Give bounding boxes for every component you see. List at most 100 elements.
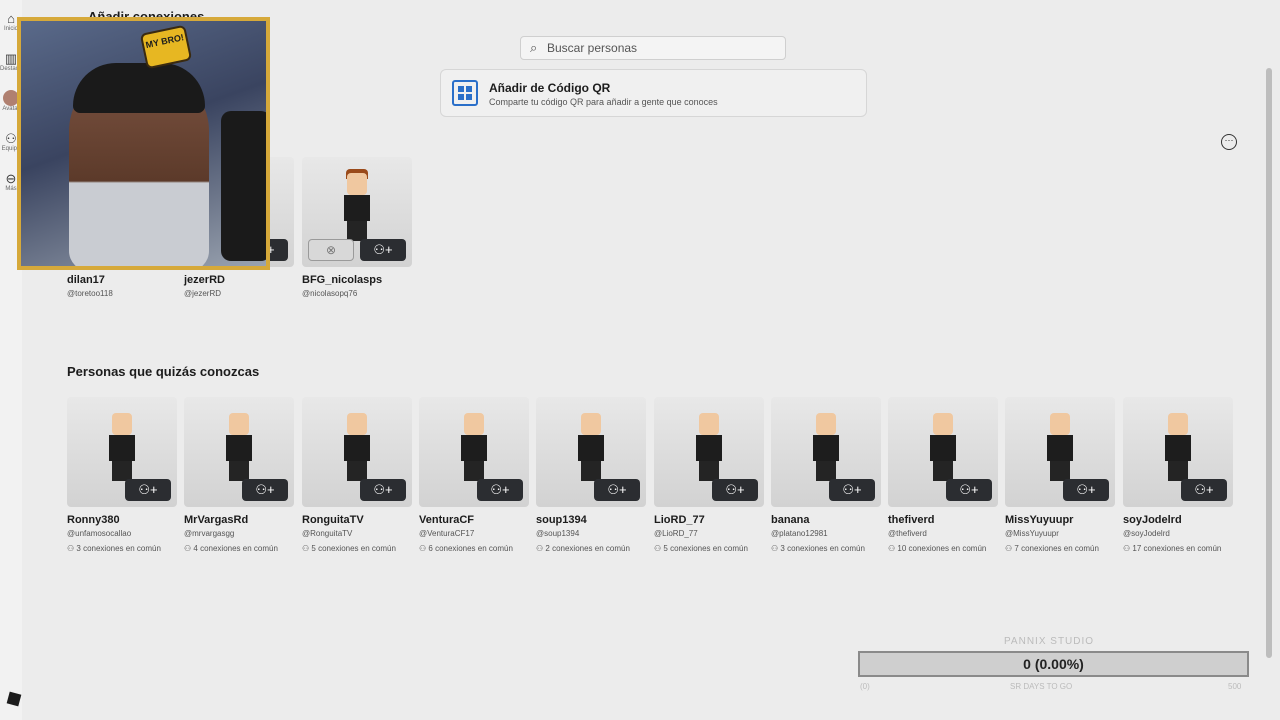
card-handle: @soyJodelrd [1123,529,1170,538]
card-name: jezerRD [184,274,225,286]
people-icon: ⚇ [536,544,544,553]
search-input[interactable]: ⌕ Buscar personas [520,36,786,60]
add-friend-button[interactable]: ⚇+ [1063,479,1109,501]
request-card[interactable]: ⊗ ⚇+ BFG_nicolasps @nicolasopq76 [302,157,412,298]
suggestion-card[interactable]: ⚇+ banana @platano12981 ⚇ 3 conexiones en c… [771,397,881,553]
add-friend-button[interactable]: ⚇+ [125,479,171,501]
card-handle: @nicolasopq76 [302,289,358,298]
mutual-connections: ⚇ 5 conexiones en común [654,544,764,553]
people-icon: ⚇ [184,544,192,553]
card-name: soyJodelrd [1123,514,1182,526]
mutual-text: 3 conexiones en común [76,544,161,553]
card-name: soup1394 [536,514,587,526]
mutual-text: 7 conexiones en común [1014,544,1099,553]
card-handle: @RonguitaTV [302,529,353,538]
add-friend-button[interactable]: ⚇+ [712,479,758,501]
webcam-overlay: MY BRO! [17,17,270,270]
mutual-text: 17 conexiones en común [1132,544,1222,553]
people-icon: ⚇ [302,544,310,553]
avatar-thumbnail: ⚇+ [67,397,177,507]
card-handle: @VenturaCF17 [419,529,475,538]
qr-code-card[interactable]: Añadir de Código QR Comparte tu código Q… [440,69,867,117]
card-name: LioRD_77 [654,514,705,526]
avatar-thumbnail: ⚇+ [302,397,412,507]
avatar-thumbnail: ⚇+ [1005,397,1115,507]
add-friend-button[interactable]: ⚇+ [829,479,875,501]
add-friend-button[interactable]: ⚇+ [594,479,640,501]
overlay-label: PANNIX STUDIO [1004,636,1095,647]
card-handle: @soup1394 [536,529,580,538]
card-handle: @toretoo118 [67,289,113,298]
card-name: MrVargasRd [184,514,249,526]
card-handle: @jezerRD [184,289,222,298]
people-icon: ⚇ [1005,544,1013,553]
search-icon: ⌕ [530,40,538,55]
add-friend-button[interactable]: ⚇+ [946,479,992,501]
add-friend-button[interactable]: ⚇+ [242,479,288,501]
people-icon: ⚇ [67,544,75,553]
goal-progress-bar: 0 (0.00%) [858,651,1249,677]
mutual-connections: ⚇ 3 conexiones en común [67,544,177,553]
card-handle: @MissYuyuupr [1005,529,1059,538]
people-icon: ⚇ [771,544,779,553]
mutual-text: 3 conexiones en común [780,544,865,553]
card-name: MissYuyuupr [1005,514,1074,526]
add-friend-button[interactable]: ⚇+ [477,479,523,501]
card-name: dilan17 [67,274,105,286]
mutual-connections: ⚇ 2 conexiones en común [536,544,646,553]
avatar-thumbnail: ⚇+ [419,397,529,507]
suggestion-card[interactable]: ⚇+ VenturaCF @VenturaCF17 ⚇ 6 conexiones en… [419,397,529,553]
mutual-connections: ⚇ 3 conexiones en común [771,544,881,553]
mutual-connections: ⚇ 6 conexiones en común [419,544,529,553]
people-icon: ⚇ [654,544,662,553]
search-placeholder: Buscar personas [547,41,638,55]
card-handle: @thefiverd [888,529,927,538]
people-icon: ⚇ [419,544,427,553]
suggestion-card[interactable]: ⚇+ MissYuyuupr @MissYuyuupr ⚇ 7 conexiones … [1005,397,1115,553]
card-name: VenturaCF [419,514,475,526]
goal-progress-text: 0 (0.00%) [1023,656,1084,672]
suggestion-card[interactable]: ⚇+ soup1394 @soup1394 ⚇ 2 conexiones en com… [536,397,646,553]
mutual-connections: ⚇ 4 conexiones en común [184,544,294,553]
more-options-icon[interactable]: ⋯ [1221,134,1237,150]
card-handle: @unfamosocallao [67,529,132,538]
card-handle: @platano12981 [771,529,828,538]
suggestion-card[interactable]: ⚇+ thefiverd @thefiverd ⚇ 10 conexiones en … [888,397,998,553]
avatar-thumbnail: ⚇+ [536,397,646,507]
card-name: banana [771,514,810,526]
people-icon: ⚇ [888,544,896,553]
mutual-text: 6 conexiones en común [428,544,513,553]
card-handle: @mrvargasgg [184,529,235,538]
avatar-thumbnail: ⚇+ [771,397,881,507]
add-friend-button[interactable]: ⚇+ [360,239,406,261]
suggestion-card[interactable]: ⚇+ soyJodelrd @soyJodelrd ⚇ 17 conexiones e… [1123,397,1233,553]
suggestion-card[interactable]: ⚇+ Ronny380 @unfamosocallao ⚇ 3 conexiones … [67,397,177,553]
people-icon: ⚇ [1123,544,1131,553]
avatar-thumbnail: ⊗ ⚇+ [302,157,412,267]
dismiss-button[interactable]: ⊗ [308,239,354,261]
add-friend-button[interactable]: ⚇+ [360,479,406,501]
suggestion-card[interactable]: ⚇+ MrVargasRd @mrvargasgg ⚇ 4 conexiones en… [184,397,294,553]
goal-caption: SR DAYS TO GO [1010,682,1073,691]
webcam-badge: MY BRO! [139,24,193,70]
mutual-connections: ⚇ 17 conexiones en común [1123,544,1233,553]
section-title: Personas que quizás conozcas [67,364,260,379]
avatar-thumbnail: ⚇+ [888,397,998,507]
add-friend-button[interactable]: ⚇+ [1181,479,1227,501]
qr-subtitle: Comparte tu código QR para añadir a gent… [489,97,718,107]
card-name: Ronny380 [67,514,120,526]
avatar-thumbnail: ⚇+ [1123,397,1233,507]
scrollbar[interactable] [1266,68,1272,658]
mutual-text: 5 conexiones en común [311,544,396,553]
mutual-connections: ⚇ 5 conexiones en común [302,544,412,553]
avatar-thumbnail: ⚇+ [184,397,294,507]
card-name: thefiverd [888,514,935,526]
mutual-connections: ⚇ 7 conexiones en común [1005,544,1115,553]
suggestion-card[interactable]: ⚇+ RonguitaTV @RonguitaTV ⚇ 5 conexiones en… [302,397,412,553]
card-handle: @LioRD_77 [654,529,698,538]
card-name: RonguitaTV [302,514,364,526]
qr-code-icon [452,80,478,106]
goal-start: (0) [860,682,870,691]
suggestion-card[interactable]: ⚇+ LioRD_77 @LioRD_77 ⚇ 5 conexiones en com… [654,397,764,553]
mutual-text: 4 conexiones en común [193,544,278,553]
